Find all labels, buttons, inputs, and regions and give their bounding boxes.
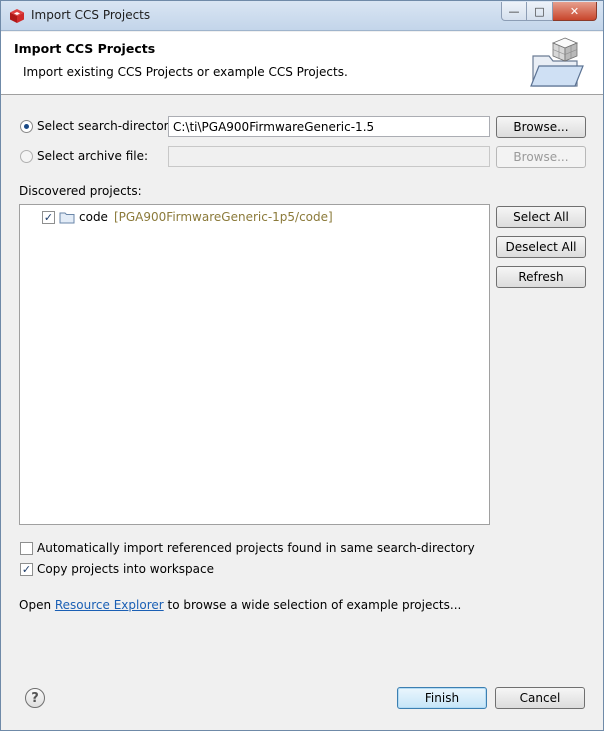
auto-import-label: Automatically import referenced projects… xyxy=(37,541,475,555)
header-title: Import CCS Projects xyxy=(14,41,156,56)
resource-explorer-link[interactable]: Resource Explorer xyxy=(55,598,164,612)
import-ccs-dialog: Import CCS Projects — □ ✕ Import CCS Pro… xyxy=(0,0,604,731)
copy-projects-label: Copy projects into workspace xyxy=(37,562,215,576)
auto-import-option[interactable]: Automatically import referenced projects… xyxy=(20,541,475,555)
archive-file-label: Select archive file: xyxy=(37,149,149,163)
help-icon[interactable]: ? xyxy=(25,688,45,708)
ccs-cube-icon xyxy=(10,9,24,23)
title-bar[interactable]: Import CCS Projects — □ ✕ xyxy=(1,1,603,31)
cancel-button[interactable]: Cancel xyxy=(495,687,585,709)
browse-archive-label: Browse... xyxy=(513,150,569,164)
resource-explorer-prefix: Open xyxy=(19,598,55,612)
resource-explorer-suffix: to browse a wide selection of example pr… xyxy=(163,598,462,612)
window-title: Import CCS Projects xyxy=(31,8,151,22)
discovered-projects-label: Discovered projects: xyxy=(19,184,142,198)
project-checkbox[interactable]: ✓ xyxy=(42,210,55,224)
list-item[interactable]: ✓ code [PGA900FirmwareGeneric-1p5/code] xyxy=(42,210,333,224)
maximize-icon: □ xyxy=(534,4,545,18)
refresh-button[interactable]: Refresh xyxy=(496,266,586,288)
header-description: Import existing CCS Projects or example … xyxy=(23,65,348,79)
select-all-button[interactable]: Select All xyxy=(496,206,586,228)
search-directory-option[interactable]: Select search-directory: xyxy=(20,119,179,133)
resource-explorer-text: Open Resource Explorer to browse a wide … xyxy=(19,598,461,612)
select-all-label: Select All xyxy=(513,210,569,224)
project-path: [PGA900FirmwareGeneric-1p5/code] xyxy=(113,210,333,224)
search-directory-label: Select search-directory: xyxy=(37,119,179,133)
archive-file-option[interactable]: Select archive file: xyxy=(20,149,148,163)
wizard-header: Import CCS Projects Import existing CCS … xyxy=(1,32,603,95)
import-folder-icon xyxy=(530,37,584,87)
archive-file-radio[interactable] xyxy=(20,149,33,163)
refresh-label: Refresh xyxy=(518,270,564,284)
discovered-projects-list[interactable]: ✓ code [PGA900FirmwareGeneric-1p5/code] xyxy=(19,204,490,525)
browse-directory-button[interactable]: Browse... xyxy=(496,116,586,138)
search-directory-radio[interactable] xyxy=(20,119,33,133)
browse-archive-button[interactable]: Browse... xyxy=(496,146,586,168)
deselect-all-label: Deselect All xyxy=(505,240,577,254)
close-button[interactable]: ✕ xyxy=(553,2,597,21)
project-folder-icon xyxy=(59,212,75,223)
window-controls: — □ ✕ xyxy=(501,2,597,22)
browse-directory-label: Browse... xyxy=(513,120,569,134)
finish-label: Finish xyxy=(424,691,460,705)
minimize-icon: — xyxy=(508,4,520,18)
auto-import-checkbox[interactable] xyxy=(20,541,33,555)
finish-button[interactable]: Finish xyxy=(397,687,487,709)
cancel-label: Cancel xyxy=(519,691,561,705)
close-icon: ✕ xyxy=(569,4,580,18)
help-glyph: ? xyxy=(31,690,39,706)
maximize-button[interactable]: □ xyxy=(527,2,553,21)
copy-projects-option[interactable]: ✓ Copy projects into workspace xyxy=(20,562,214,576)
archive-file-input[interactable] xyxy=(168,146,490,167)
search-directory-input[interactable] xyxy=(168,116,490,137)
deselect-all-button[interactable]: Deselect All xyxy=(496,236,586,258)
copy-projects-checkbox[interactable]: ✓ xyxy=(20,562,33,576)
minimize-button[interactable]: — xyxy=(501,2,527,21)
project-name: code xyxy=(79,210,108,224)
